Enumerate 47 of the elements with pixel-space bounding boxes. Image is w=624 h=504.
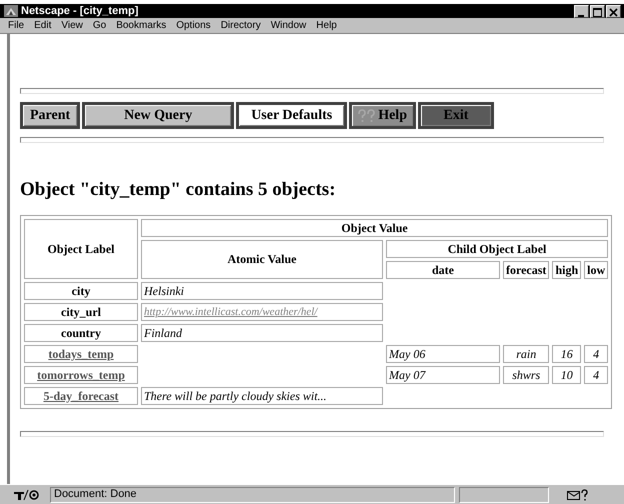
menu-item[interactable]: Edit [29,20,56,31]
status-text: Document: Done [50,486,455,502]
window-title: Netscape - [city_temp] [21,5,140,17]
mail-icon[interactable] [567,488,589,500]
url-link[interactable]: http://www.intellicast.com/weather/hel/ [141,303,383,321]
column-header: Atomic Value [141,240,383,279]
table-cell: 16 [552,345,582,363]
toolbar-button[interactable]: User Defaults [236,102,348,129]
table-cell: May 07 [386,366,500,384]
table-cell: Finland [141,324,383,342]
column-header: Child Object Label [386,240,608,258]
table-cell: There will be partly cloudy skies wit... [141,387,383,405]
help-icon [358,108,376,122]
object-link[interactable]: todays_temp [24,345,138,363]
column-header: Object Label [24,219,138,279]
column-header: date [386,261,500,279]
minimize-icon[interactable] [574,4,589,18]
menu-item[interactable]: View [56,20,88,31]
menu-item[interactable]: Directory [216,20,266,31]
column-header: forecast [503,261,550,279]
page-heading: Object "city_temp" contains 5 objects: [20,179,336,201]
toolbar-button[interactable]: New Query [82,102,234,129]
object-link[interactable]: tomorrows_temp [24,366,138,384]
object-label: city [24,282,138,300]
column-header: Object Value [141,219,608,237]
column-header: low [584,261,608,279]
menu-item[interactable]: Go [88,20,112,31]
menu-item[interactable]: Options [171,20,216,31]
table-cell: Helsinki [141,282,383,300]
table-cell: 4 [584,345,608,363]
object-label: city_url [24,303,138,321]
column-header: high [552,261,582,279]
table-cell: 4 [584,366,608,384]
object-label: country [24,324,138,342]
object-link[interactable]: 5-day_forecast [24,387,138,405]
toolbar-button[interactable]: Help [349,102,416,129]
table-cell: May 06 [386,345,500,363]
toolbar-button[interactable]: Parent [20,102,80,129]
table-cell: shwrs [503,366,550,384]
table-cell: 10 [552,366,582,384]
menu-item[interactable]: Bookmarks [111,20,172,31]
menu-item[interactable]: Help [311,20,342,31]
menu-item[interactable]: Window [266,20,312,31]
table-cell: rain [503,345,550,363]
close-icon[interactable] [606,4,621,18]
menu-item[interactable]: File [3,20,30,31]
maximize-icon[interactable] [590,4,605,18]
